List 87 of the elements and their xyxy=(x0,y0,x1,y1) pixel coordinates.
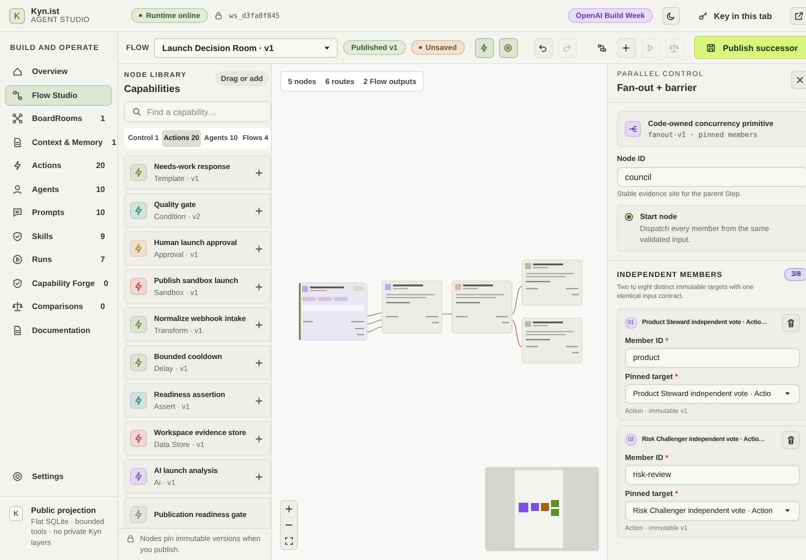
target-icon xyxy=(503,42,514,52)
save-icon xyxy=(706,42,716,52)
sidebar-item[interactable]: Capability Forge 0 xyxy=(5,272,112,294)
play-icon xyxy=(12,254,23,265)
shield-icon xyxy=(12,278,23,288)
flow-node[interactable] xyxy=(522,260,582,306)
close-button[interactable] xyxy=(790,71,806,89)
sidebar-item[interactable]: Runs 7 xyxy=(5,249,112,270)
plus-icon[interactable] xyxy=(254,244,264,254)
section-title: Capabilities xyxy=(124,84,182,95)
sidebar-item[interactable]: Comparisons 0 xyxy=(5,296,112,317)
footer-title: Public projection xyxy=(31,506,97,514)
member-id-field[interactable]: product xyxy=(624,348,800,368)
chat-icon xyxy=(12,207,23,218)
play-icon xyxy=(645,42,656,52)
logo: K xyxy=(9,8,25,24)
add-node-button[interactable] xyxy=(616,38,636,58)
undo-button[interactable] xyxy=(534,38,553,58)
key-icon xyxy=(698,10,708,20)
sidebar-item[interactable]: Documentation xyxy=(5,320,112,340)
connector xyxy=(512,320,522,348)
run-button[interactable] xyxy=(474,38,494,58)
flow-icon xyxy=(12,90,23,100)
minimap[interactable] xyxy=(484,467,599,551)
document-icon xyxy=(12,136,23,148)
delete-button[interactable] xyxy=(782,314,800,332)
scale-icon xyxy=(12,301,23,312)
connector xyxy=(366,312,382,316)
settings-item[interactable]: Settings xyxy=(5,466,112,487)
plus-icon[interactable] xyxy=(254,472,264,482)
lightning-icon xyxy=(479,42,490,52)
flow-node[interactable] xyxy=(452,280,512,334)
fit-view-icon xyxy=(284,536,294,546)
connector xyxy=(512,286,522,314)
network-icon xyxy=(12,113,23,124)
radio-button[interactable] xyxy=(624,213,633,221)
plus-icon[interactable] xyxy=(254,168,264,178)
theme-button[interactable] xyxy=(662,6,680,24)
sidebar-item[interactable]: Flow Studio xyxy=(5,84,112,106)
search-icon xyxy=(132,106,142,116)
scale-icon xyxy=(669,42,680,52)
sidebar-item[interactable]: Actions 20 xyxy=(5,155,112,176)
lock-icon xyxy=(126,534,135,544)
fan-out-icon xyxy=(628,124,638,134)
plus-icon[interactable] xyxy=(254,396,264,406)
plus-icon[interactable] xyxy=(254,434,264,444)
member-id-field[interactable]: risk-review xyxy=(624,464,800,485)
external-link-button[interactable] xyxy=(790,6,806,24)
lock-icon xyxy=(214,11,224,20)
sidebar-item[interactable]: Skills 9 xyxy=(5,226,112,246)
document-icon xyxy=(12,324,23,336)
app-name: Kyn.ist xyxy=(31,6,60,16)
lightning-icon xyxy=(12,160,23,171)
moon-icon xyxy=(666,10,676,20)
external-link-icon xyxy=(794,10,804,20)
connector xyxy=(366,326,382,332)
close-icon xyxy=(794,75,805,85)
flow-node[interactable] xyxy=(522,318,582,364)
preview-button[interactable] xyxy=(498,38,518,58)
flow-node[interactable] xyxy=(382,280,442,334)
person-icon xyxy=(12,184,23,194)
redo-icon xyxy=(562,42,572,52)
plus-icon[interactable] xyxy=(254,358,264,368)
delete-button[interactable] xyxy=(782,430,800,449)
settings-icon xyxy=(12,471,23,482)
plus-icon[interactable] xyxy=(254,320,264,330)
plus-icon[interactable] xyxy=(254,206,264,216)
flow-select[interactable]: Launch Decision Room · v1 xyxy=(154,38,338,58)
undo-icon xyxy=(538,42,548,52)
route-icon xyxy=(597,42,608,52)
plus-icon[interactable] xyxy=(254,282,264,292)
node-id-field[interactable]: council xyxy=(616,167,806,187)
shield-icon xyxy=(12,230,23,242)
connector xyxy=(366,320,382,324)
key-button[interactable]: Key in this tab xyxy=(686,10,784,20)
sidebar-item[interactable]: Overview xyxy=(5,61,112,82)
flow-node[interactable] xyxy=(298,282,368,340)
publish-button[interactable]: Publish successor xyxy=(694,36,806,59)
sidebar-item[interactable]: Prompts 10 xyxy=(5,202,112,223)
plus-icon xyxy=(621,42,632,52)
sidebar-item[interactable]: Agents 10 xyxy=(5,178,112,200)
sidebar-item[interactable]: BoardRooms 1 xyxy=(5,108,112,129)
plus-icon xyxy=(284,504,294,514)
trash-icon xyxy=(786,434,796,445)
home-icon xyxy=(12,66,23,77)
panel-title: Fan-out + barrier xyxy=(616,83,698,94)
trash-icon xyxy=(786,318,796,328)
